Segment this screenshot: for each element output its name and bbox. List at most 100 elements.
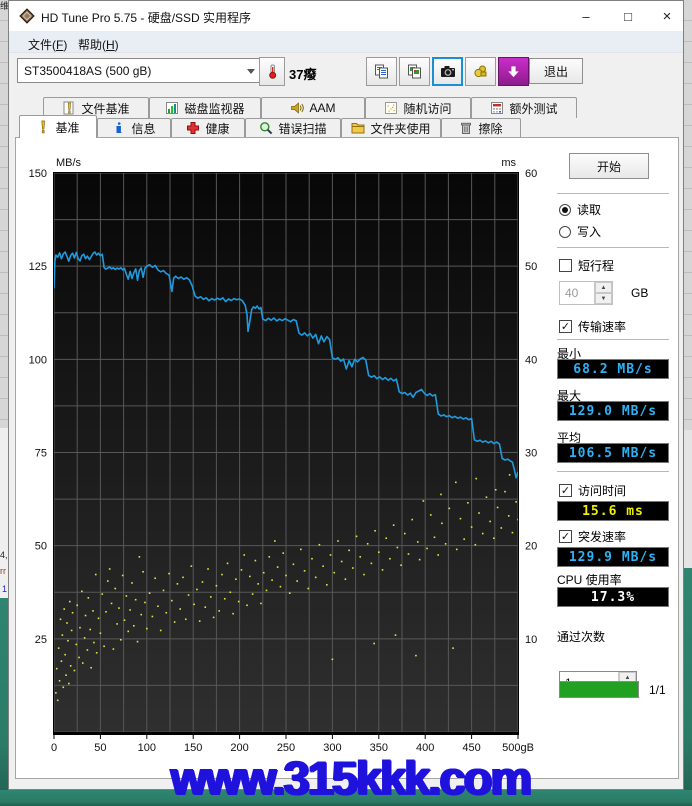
spin-up-icon[interactable]: ▲ [595,282,612,293]
save-hand-icon [474,65,487,78]
title-bar: HD Tune Pro 5.75 - 硬盘/SSD 实用程序 – □ × [9,1,683,31]
progress-bar [559,681,639,698]
svg-text:30: 30 [525,448,537,460]
menu-bar: 文件(F) 帮助(H) [9,31,683,53]
copy-image-button[interactable] [399,57,430,86]
desktop-right [684,568,692,806]
tab-benchmark[interactable]: 基准 [19,115,97,138]
tab-erase[interactable]: 擦除 [441,118,521,137]
burst-rate-checkbox[interactable]: 突发速率 [559,528,626,545]
svg-text:60: 60 [525,168,537,180]
tab-extra-tests[interactable]: 额外测试 [471,97,577,118]
drive-select-value: ST3500418AS (500 gB) [24,63,152,78]
extra-tests-icon [490,101,504,115]
health-cross-icon [186,121,200,135]
passes-label: 通过次数 [557,630,606,644]
spin-down-icon[interactable]: ▼ [595,293,612,304]
toolbar: ST3500418AS (500 gB) 37癈 退出 [9,53,683,87]
temperature-button[interactable] [259,57,285,86]
save-results-button[interactable] [465,57,496,86]
app-logo-icon [19,8,35,29]
maximize-button[interactable]: □ [607,1,649,31]
background-right-rows [684,0,692,430]
progress-fill [560,682,638,697]
magnifier-icon [259,121,273,135]
access-time-display: 15.6 ms [557,501,669,521]
copy-text-button[interactable] [366,57,397,86]
update-button[interactable] [498,57,529,86]
copy-image-icon [408,64,421,79]
tab-info[interactable]: 信息 [97,118,171,137]
tab-aam[interactable]: AAM [261,97,365,118]
start-button[interactable]: 开始 [569,153,649,179]
drive-select[interactable]: ST3500418AS (500 gB) [17,58,263,83]
svg-text:40: 40 [525,354,537,366]
checkbox-icon [559,320,572,333]
cpu-usage-display: 17.3% [557,587,669,607]
minimize-button[interactable]: – [565,1,607,31]
access-time-checkbox[interactable]: 访问时间 [559,482,626,499]
progress-text: 1/1 [649,683,666,697]
avg-value-display: 106.5 MB/s [557,443,669,463]
transfer-rate-checkbox[interactable]: 传输速率 [559,318,626,335]
menu-file[interactable]: 文件(F) [23,34,72,55]
desktop-left [0,598,8,806]
background-right-window-strip [684,0,692,806]
exit-button[interactable]: 退出 [529,58,583,84]
svg-text:75: 75 [35,448,47,460]
svg-text:ms: ms [501,157,516,169]
burst-rate-display: 129.9 MB/s [557,547,669,567]
tab-disk-monitor[interactable]: 磁盘监视器 [149,97,261,118]
tab-random-access[interactable]: 随机访问 [365,97,471,118]
menu-help[interactable]: 帮助(H) [73,34,124,55]
speaker-icon [290,101,305,115]
svg-text:25: 25 [35,634,47,646]
read-radio[interactable]: 读取 [559,201,601,218]
separator [557,193,669,197]
write-radio[interactable]: 写入 [559,223,601,240]
tab-health[interactable]: 健康 [171,118,245,137]
svg-text:125: 125 [29,261,47,273]
background-text-fragment: 4, [0,550,8,560]
min-value-display: 68.2 MB/s [557,359,669,379]
capacity-unit: GB [631,286,649,300]
close-button[interactable]: × [649,1,685,31]
svg-text:0: 0 [51,742,57,754]
background-right-panel [684,430,692,568]
background-text-fragment: rr [0,566,6,576]
cpu-usage-label: CPU 使用率 [557,573,622,587]
max-value-display: 129.0 MB/s [557,401,669,421]
random-access-icon [384,101,398,115]
checkbox-icon [559,484,572,497]
background-text-fragment: 1 [2,584,8,594]
background-left-rows [0,0,8,430]
svg-text:MB/s: MB/s [56,157,82,169]
spinner-buttons[interactable]: ▲▼ [594,282,612,304]
svg-text:10: 10 [525,634,537,646]
checkbox-icon [559,530,572,543]
thermometer-icon [268,64,276,79]
separator [557,471,669,475]
screen: 维 4, rr 1 HD Tune Pro 5.75 - 硬盘/SSD 实用程序… [0,0,692,806]
folder-icon [351,121,365,135]
tab-folder-usage[interactable]: 文件夹使用 [341,118,441,137]
download-arrow-icon [507,66,520,78]
short-stroke-checkbox[interactable]: 短行程 [559,257,614,274]
camera-icon [440,65,455,77]
capacity-spinner[interactable]: 40 ▲ ▼ [559,281,613,305]
separator [557,339,669,343]
separator [557,247,669,251]
trash-icon [459,121,473,135]
hdtune-window: HD Tune Pro 5.75 - 硬盘/SSD 实用程序 – □ × 文件(… [8,0,684,790]
radio-icon [559,203,571,216]
info-icon [112,121,126,135]
svg-text:100: 100 [29,354,47,366]
screenshot-button[interactable] [432,57,463,86]
background-text-fragment: 维 [0,1,8,11]
file-benchmark-icon [62,101,76,115]
svg-text:20: 20 [525,541,537,553]
svg-text:150: 150 [29,168,47,180]
checkbox-icon [559,259,572,272]
benchmark-icon [36,120,50,134]
tab-error-scan[interactable]: 错误扫描 [245,118,341,137]
